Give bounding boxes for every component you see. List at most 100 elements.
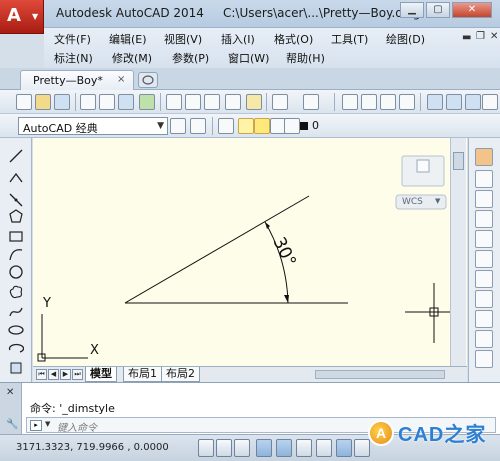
zoom-realtime-icon[interactable]: [361, 94, 377, 110]
sun-icon[interactable]: [254, 118, 270, 134]
object-snap-button[interactable]: [296, 439, 312, 457]
3d-dwf-icon[interactable]: [139, 94, 155, 110]
layer-value[interactable]: 0: [312, 119, 319, 132]
scrollbar-thumb[interactable]: [453, 152, 464, 170]
zoom-window-icon[interactable]: [380, 94, 396, 110]
move-icon[interactable]: [475, 250, 493, 268]
polyline-icon[interactable]: [8, 170, 24, 186]
tab-layout1[interactable]: 布局1: [123, 367, 162, 382]
doc-close-button[interactable]: ✕: [490, 31, 498, 42]
menu-insert[interactable]: 插入(I): [221, 31, 255, 47]
maximize-button[interactable]: ▢: [426, 2, 450, 18]
insert-block-icon[interactable]: [8, 360, 24, 376]
application-menu-button[interactable]: A ▼: [0, 0, 44, 34]
block-editor-icon[interactable]: [246, 94, 262, 110]
layer-properties-icon[interactable]: [218, 118, 234, 134]
workspace-select[interactable]: AutoCAD 经典 ▼: [18, 117, 168, 135]
menu-modify[interactable]: 修改(M): [112, 50, 152, 66]
snap-mode-button[interactable]: [216, 439, 232, 457]
stretch-icon[interactable]: [475, 310, 493, 328]
command-window-grip[interactable]: ✕ 🔧: [0, 383, 22, 435]
new-tab-button[interactable]: [138, 72, 158, 88]
revcloud-icon[interactable]: [8, 284, 24, 300]
design-center-icon[interactable]: [446, 94, 462, 110]
menu-help[interactable]: 帮助(H): [286, 50, 325, 66]
vertical-scrollbar[interactable]: [450, 138, 466, 366]
circle-icon[interactable]: [8, 264, 24, 280]
menu-file[interactable]: 文件(F): [54, 31, 91, 47]
next-layout-button[interactable]: ▶: [60, 369, 71, 380]
grid-display-button[interactable]: [234, 439, 250, 457]
match-properties-icon[interactable]: [225, 94, 241, 110]
close-icon[interactable]: ✕: [6, 387, 14, 398]
tab-layout2[interactable]: 布局2: [161, 367, 200, 382]
polygon-icon[interactable]: [8, 208, 24, 224]
cut-icon[interactable]: [166, 94, 182, 110]
viewcube-face[interactable]: [416, 159, 430, 173]
tab-model[interactable]: 模型: [85, 367, 117, 382]
drawing-canvas[interactable]: 30° WCS ▼ Y X: [33, 138, 467, 366]
unlock-icon[interactable]: [284, 118, 300, 134]
object-snap-tracking-button[interactable]: [336, 439, 352, 457]
infer-constraints-button[interactable]: [198, 439, 214, 457]
print-preview-icon[interactable]: [99, 94, 115, 110]
save-icon[interactable]: [54, 94, 70, 110]
doc-minimize-button[interactable]: ▬: [462, 32, 471, 43]
rotate-icon[interactable]: [475, 270, 493, 288]
close-icon[interactable]: ×: [117, 74, 125, 85]
undo-icon[interactable]: [272, 94, 288, 110]
plot-icon[interactable]: [80, 94, 96, 110]
horizontal-scrollbar[interactable]: [315, 370, 445, 379]
tool-palettes-icon[interactable]: [465, 94, 481, 110]
menu-view[interactable]: 视图(V): [164, 31, 202, 47]
menu-tools[interactable]: 工具(T): [331, 31, 368, 47]
menu-edit[interactable]: 编辑(E): [109, 31, 147, 47]
polar-tracking-button[interactable]: [276, 439, 292, 457]
menu-parameters[interactable]: 参数(P): [172, 50, 209, 66]
first-layout-button[interactable]: ⏮: [36, 369, 47, 380]
line-icon[interactable]: [8, 148, 24, 164]
paste-icon[interactable]: [204, 94, 220, 110]
redo-icon[interactable]: [303, 94, 319, 110]
dynamic-ucs-button[interactable]: [354, 439, 370, 457]
menu-window[interactable]: 窗口(W): [228, 50, 269, 66]
ellipse-icon[interactable]: [8, 322, 24, 338]
arc-icon[interactable]: [8, 246, 24, 262]
scale-icon[interactable]: [475, 290, 493, 308]
copy-icon[interactable]: [185, 94, 201, 110]
minimize-button[interactable]: ▁: [400, 2, 424, 18]
xline-icon[interactable]: [8, 192, 24, 208]
open-icon[interactable]: [35, 94, 51, 110]
spline-icon[interactable]: [8, 304, 24, 320]
close-window-button[interactable]: ✕: [452, 2, 492, 18]
menu-draw[interactable]: 绘图(D): [386, 31, 425, 47]
trim-icon[interactable]: [475, 330, 493, 348]
ortho-mode-button[interactable]: [256, 439, 272, 457]
menu-dimension[interactable]: 标注(N): [54, 50, 93, 66]
3d-object-snap-button[interactable]: [316, 439, 332, 457]
mirror-icon[interactable]: [475, 190, 493, 208]
menu-format[interactable]: 格式(O): [274, 31, 313, 47]
prev-layout-button[interactable]: ◀: [48, 369, 59, 380]
offset-icon[interactable]: [475, 210, 493, 228]
array-icon[interactable]: [475, 230, 493, 248]
zoom-previous-icon[interactable]: [399, 94, 415, 110]
sheet-set-icon[interactable]: [482, 94, 498, 110]
erase-icon[interactable]: [475, 148, 493, 166]
copy-object-icon[interactable]: [475, 170, 493, 188]
doc-restore-button[interactable]: ❐: [476, 31, 485, 42]
command-prompt-icon[interactable]: ▸: [30, 420, 42, 431]
customize-icon[interactable]: [190, 118, 206, 134]
new-icon[interactable]: [16, 94, 32, 110]
wrench-icon[interactable]: 🔧: [6, 419, 18, 430]
last-layout-button[interactable]: ⏭: [72, 369, 83, 380]
tab-pretty-boy[interactable]: Pretty—Boy* ×: [20, 70, 134, 90]
rectangle-icon[interactable]: [8, 228, 24, 244]
workspace-settings-icon[interactable]: [170, 118, 186, 134]
extend-icon[interactable]: [475, 350, 493, 368]
publish-icon[interactable]: [118, 94, 134, 110]
pan-icon[interactable]: [342, 94, 358, 110]
ellipse-arc-icon[interactable]: [8, 340, 24, 356]
properties-icon[interactable]: [427, 94, 443, 110]
lightbulb-icon[interactable]: [238, 118, 254, 134]
